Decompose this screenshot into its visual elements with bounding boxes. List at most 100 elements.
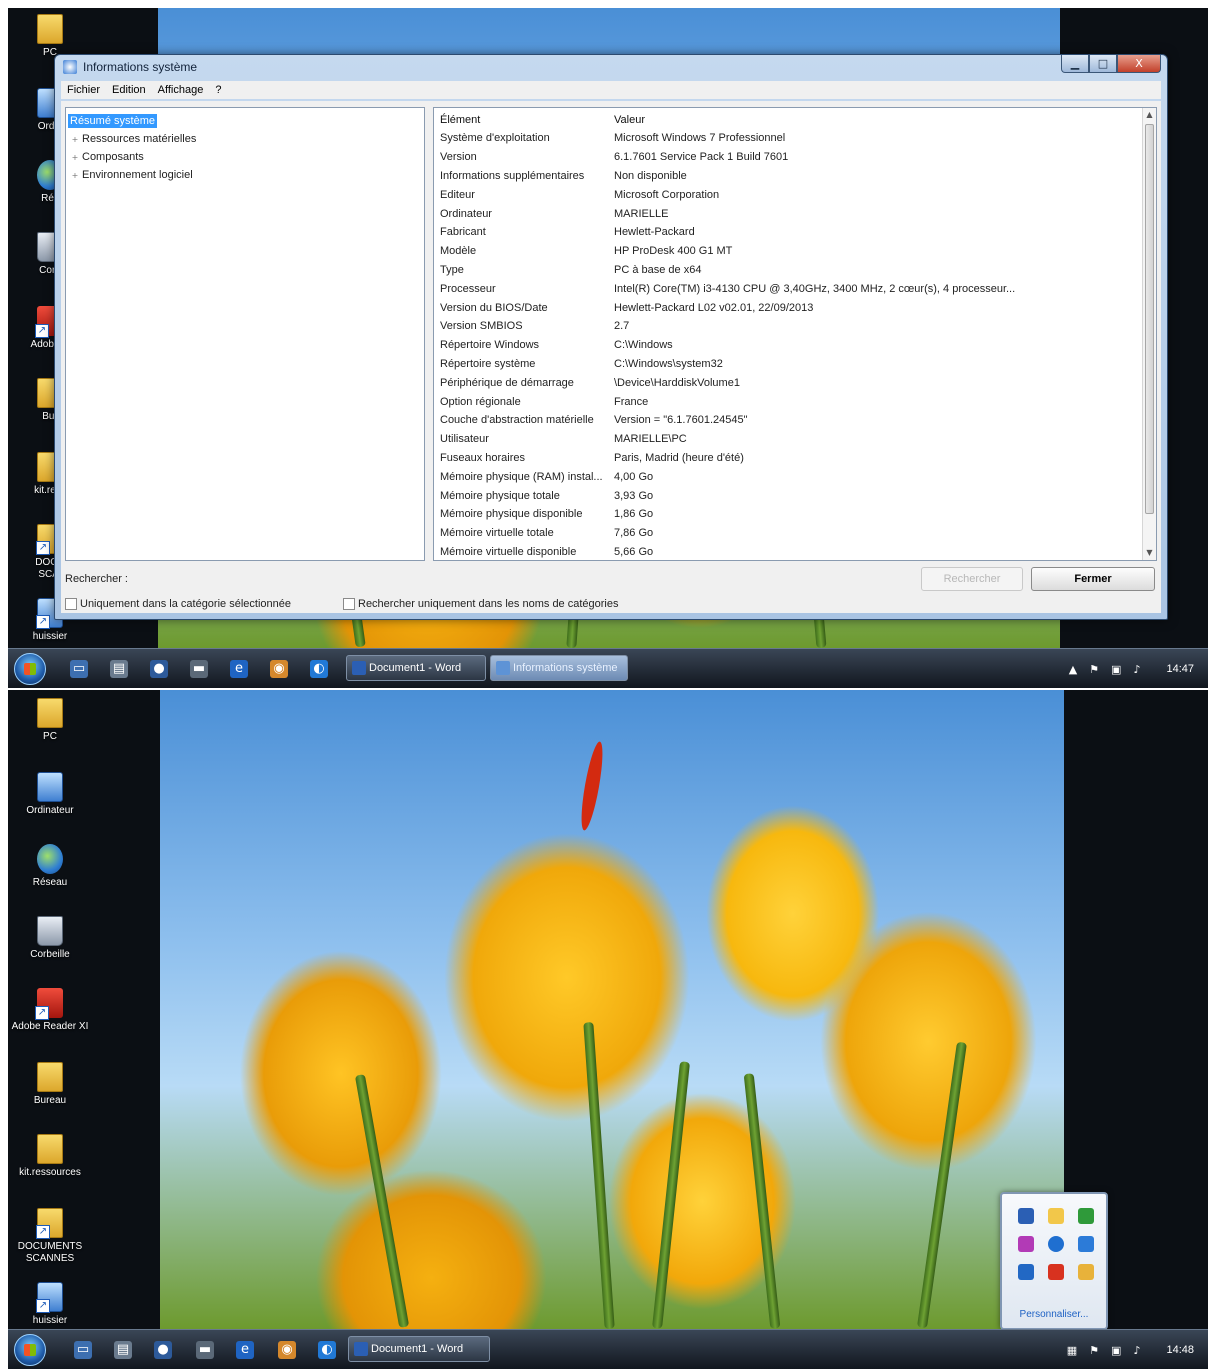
explorer-icon[interactable]: ▤: [114, 1341, 132, 1359]
tree-item-system-summary[interactable]: Résumé système: [68, 112, 422, 130]
teamviewer-icon[interactable]: ◐: [318, 1341, 336, 1359]
desktop-icon-adobe-reader[interactable]: Adobe Reader XI: [8, 988, 92, 1033]
table-row[interactable]: Option régionale France: [438, 392, 1114, 411]
folder-icon[interactable]: ▬: [196, 1341, 214, 1359]
table-row[interactable]: Fabricant Hewlett-Packard: [438, 223, 1114, 242]
taskbar-button-word[interactable]: Document1 - Word: [348, 1336, 490, 1362]
only-category-names-checkbox[interactable]: Rechercher uniquement dans les noms de c…: [343, 598, 618, 610]
table-row[interactable]: Informations supplémentaires Non disponib…: [438, 167, 1114, 186]
column-header-value[interactable]: Valeur: [614, 110, 1114, 129]
menu-affichage[interactable]: Affichage: [152, 84, 210, 96]
taskbar-button-system-info[interactable]: Informations système: [490, 655, 628, 681]
tree-item-components[interactable]: + Composants: [68, 148, 422, 166]
expand-icon[interactable]: +: [68, 171, 82, 180]
network-status-icon[interactable]: ▣: [1111, 1344, 1121, 1357]
tray-onenote-icon[interactable]: [1018, 1236, 1034, 1252]
chrome-icon[interactable]: ◉: [278, 1341, 296, 1359]
scroll-down-icon[interactable]: ▼: [1143, 546, 1156, 560]
table-row[interactable]: Périphérique de démarrage \Device\Harddis…: [438, 373, 1114, 392]
folder-icon[interactable]: ▬: [190, 660, 208, 678]
table-row[interactable]: Processeur Intel(R) Core(TM) i3-4130 CPU …: [438, 279, 1114, 298]
checkbox-box[interactable]: [343, 598, 355, 610]
action-center-icon[interactable]: ⚑: [1089, 663, 1099, 676]
vertical-scrollbar[interactable]: ▲ ▼: [1142, 108, 1156, 560]
desktop-icon-documents-scannes[interactable]: DOCUMENTS SCANNES: [8, 1208, 92, 1265]
internet-explorer-icon[interactable]: e: [236, 1341, 254, 1359]
desktop-icon-computer[interactable]: Ordinateur: [8, 772, 92, 817]
desktop-icon-bureau[interactable]: Bureau: [8, 1062, 92, 1107]
menu-help[interactable]: ?: [209, 84, 227, 96]
tray-messenger-icon[interactable]: [1048, 1236, 1064, 1252]
messenger-icon[interactable]: ●: [150, 660, 168, 678]
taskbar-button-word[interactable]: Document1 - Word: [346, 655, 486, 681]
table-row[interactable]: Mémoire virtuelle totale 7,86 Go: [438, 524, 1114, 543]
tray-adobe-icon[interactable]: [1048, 1264, 1064, 1280]
desktop-icon-huissier[interactable]: huissier: [8, 1282, 92, 1327]
tray-security-icon[interactable]: [1078, 1264, 1094, 1280]
table-row[interactable]: Système d'exploitation Microsoft Windows …: [438, 129, 1114, 148]
clock[interactable]: 14:48: [1166, 1344, 1194, 1356]
close-button[interactable]: X: [1117, 55, 1161, 73]
menu-fichier[interactable]: Fichier: [61, 84, 106, 96]
table-row[interactable]: Mémoire physique (RAM) instal... 4,00 Go: [438, 467, 1114, 486]
table-row[interactable]: Editeur Microsoft Corporation: [438, 185, 1114, 204]
scroll-up-icon[interactable]: ▲: [1143, 108, 1156, 122]
table-row[interactable]: Version 6.1.7601 Service Pack 1 Build 760…: [438, 148, 1114, 167]
calendar-icon[interactable]: ▦: [1067, 1344, 1077, 1357]
desktop-icon-kit-ressources[interactable]: kit.ressources: [8, 1134, 92, 1179]
show-hidden-icons-icon[interactable]: ▲: [1069, 663, 1077, 676]
action-center-icon[interactable]: ⚑: [1089, 1344, 1099, 1357]
network-status-icon[interactable]: ▣: [1111, 663, 1121, 676]
column-header-element[interactable]: Élément: [438, 110, 614, 129]
scroll-thumb[interactable]: [1145, 124, 1154, 514]
tray-shortcut-icon[interactable]: [1018, 1264, 1034, 1280]
teamviewer-icon[interactable]: ◐: [310, 660, 328, 678]
close-window-button[interactable]: Fermer: [1031, 567, 1155, 591]
show-desktop-icon[interactable]: ▭: [74, 1341, 92, 1359]
desktop-icon-recycle-bin[interactable]: Corbeille: [8, 916, 92, 961]
table-row[interactable]: Mémoire virtuelle disponible 5,66 Go: [438, 543, 1114, 562]
tray-word-icon[interactable]: [1018, 1208, 1034, 1224]
tree-item-hardware-resources[interactable]: + Ressources matérielles: [68, 130, 422, 148]
volume-icon[interactable]: ♪: [1133, 663, 1140, 676]
only-selected-category-checkbox[interactable]: Uniquement dans la catégorie sélectionné…: [65, 598, 291, 610]
internet-explorer-icon[interactable]: e: [230, 660, 248, 678]
table-row[interactable]: Version SMBIOS 2.7: [438, 317, 1114, 336]
start-button[interactable]: [14, 653, 46, 685]
clock[interactable]: 14:47: [1166, 663, 1194, 675]
table-row[interactable]: Version du BIOS/Date Hewlett-Packard L02 …: [438, 298, 1114, 317]
minimize-button[interactable]: ▁: [1061, 55, 1089, 73]
table-row[interactable]: Utilisateur MARIELLE\PC: [438, 430, 1114, 449]
messenger-icon[interactable]: ●: [154, 1341, 172, 1359]
checkbox-box[interactable]: [65, 598, 77, 610]
maximize-button[interactable]: □: [1089, 55, 1117, 73]
search-button[interactable]: Rechercher: [921, 567, 1023, 591]
table-row[interactable]: Mémoire physique disponible 1,86 Go: [438, 505, 1114, 524]
table-row[interactable]: Mémoire physique totale 3,93 Go: [438, 486, 1114, 505]
desktop-icon-pc[interactable]: PC: [8, 698, 92, 743]
menu-edition[interactable]: Edition: [106, 84, 152, 96]
expand-icon[interactable]: +: [68, 135, 82, 144]
tray-update-icon[interactable]: [1078, 1208, 1094, 1224]
tray-sync-icon[interactable]: [1078, 1236, 1094, 1252]
tray-folder-icon[interactable]: [1048, 1208, 1064, 1224]
expand-icon[interactable]: +: [68, 153, 82, 162]
title-bar[interactable]: Informations système ▁ □ X: [55, 55, 1167, 79]
table-row[interactable]: Répertoire système C:\Windows\system32: [438, 355, 1114, 374]
start-button[interactable]: [14, 1334, 46, 1366]
search-input[interactable]: [129, 569, 929, 589]
chrome-icon[interactable]: ◉: [270, 660, 288, 678]
table-row[interactable]: Ordinateur MARIELLE: [438, 204, 1114, 223]
table-row[interactable]: Répertoire Windows C:\Windows: [438, 336, 1114, 355]
table-row[interactable]: Modèle HP ProDesk 400 G1 MT: [438, 242, 1114, 261]
customize-link[interactable]: Personnaliser...: [1002, 1309, 1106, 1320]
table-row[interactable]: Couche d'abstraction matérielle Version =…: [438, 411, 1114, 430]
show-desktop-icon[interactable]: ▭: [70, 660, 88, 678]
table-row[interactable]: Type PC à base de x64: [438, 261, 1114, 280]
table-row[interactable]: Fuseaux horaires Paris, Madrid (heure d'é…: [438, 449, 1114, 468]
desktop-icon-network[interactable]: Réseau: [8, 844, 92, 889]
explorer-icon[interactable]: ▤: [110, 660, 128, 678]
desktop-icon-pc[interactable]: PC: [8, 14, 92, 59]
volume-icon[interactable]: ♪: [1133, 1344, 1140, 1357]
tree-item-software-environment[interactable]: + Environnement logiciel: [68, 166, 422, 184]
